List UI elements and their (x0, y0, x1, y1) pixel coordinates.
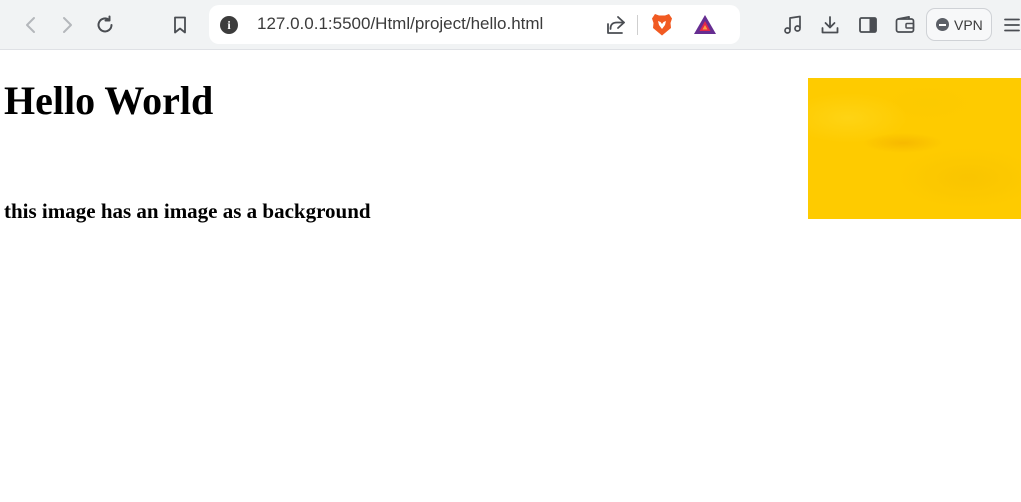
bookmark-icon (170, 15, 190, 35)
url-separator (637, 15, 638, 35)
wallet-button[interactable] (889, 9, 921, 41)
sidebar-button[interactable] (852, 9, 884, 41)
info-icon[interactable]: i (220, 16, 238, 34)
page-heading: Hello World (4, 78, 214, 123)
web-page: Hello World this image has an image as a… (0, 51, 1021, 502)
vpn-button[interactable]: VPN (926, 8, 992, 41)
menu-button[interactable] (996, 9, 1021, 41)
browser-toolbar: i 127.0.0.1:5500/Html/project/hello.html (0, 0, 1021, 50)
reload-icon (94, 14, 116, 36)
chevron-left-icon (21, 15, 41, 35)
vpn-label: VPN (954, 16, 983, 33)
chevron-right-icon (57, 15, 77, 35)
hamburger-menu-icon (1001, 14, 1021, 36)
address-bar[interactable]: i 127.0.0.1:5500/Html/project/hello.html (209, 5, 740, 44)
page-subheading: this image has an image as a background (4, 199, 371, 223)
share-icon[interactable] (604, 13, 628, 41)
downloads-button[interactable] (814, 9, 846, 41)
bookmark-button[interactable] (164, 9, 196, 41)
url-text[interactable]: 127.0.0.1:5500/Html/project/hello.html (257, 14, 543, 34)
music-note-icon (782, 14, 804, 36)
bat-triangle-icon[interactable] (693, 14, 717, 39)
vpn-status-icon (936, 18, 949, 31)
forward-button[interactable] (51, 9, 83, 41)
reload-button[interactable] (89, 9, 121, 41)
download-icon (819, 14, 841, 36)
sidebar-icon (857, 14, 879, 36)
background-image (808, 78, 1021, 219)
brave-lion-icon[interactable] (651, 12, 673, 41)
wallet-icon (894, 14, 916, 36)
media-button[interactable] (777, 9, 809, 41)
back-button[interactable] (15, 9, 47, 41)
